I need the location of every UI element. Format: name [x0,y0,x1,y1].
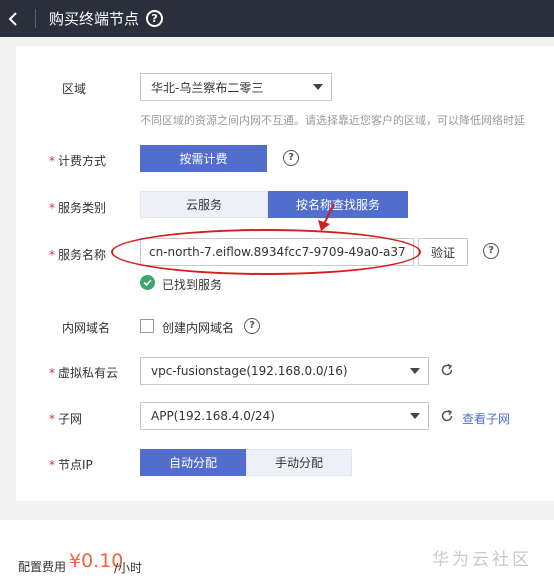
create-internal-domain-label: 创建内网域名 [162,321,235,335]
region-select-value: 华北-乌兰察布二零三 [151,80,264,95]
top-header: 购买终端节点 ? [0,0,554,37]
back-button[interactable] [0,0,26,37]
chevron-down-icon [313,84,323,90]
help-icon[interactable]: ? [283,150,299,166]
chevron-down-icon [410,368,420,374]
chevron-left-icon [8,11,17,26]
node-ip-manual-button[interactable]: 手动分配 [246,449,352,476]
verify-button[interactable]: 验证 [418,238,468,266]
region-hint: 不同区域的资源之间内网不互通。请选择靠近您客户的区域，可以降低网络时延 [140,114,525,127]
watermark: 华为云社区 [432,550,532,570]
service-type-by-name-tab[interactable]: 按名称查找服务 [268,191,408,218]
vpc-select-value: vpc-fusionstage(192.168.0.0/16) [151,364,348,378]
view-subnet-link[interactable]: 查看子网 [462,410,510,427]
internal-domain-label: 内网域名 [62,321,111,335]
chevron-down-icon [410,413,420,419]
help-icon[interactable]: ? [244,318,260,334]
create-internal-domain-checkbox[interactable] [140,319,154,333]
fee-unit: /小时 [114,561,143,575]
footer-bar: 配置费用 ¥0.10 /小时 华为云社区 [0,520,554,579]
page-title: 购买终端节点 [49,10,140,28]
service-type-cloud-tab[interactable]: 云服务 [140,191,268,218]
service-name-input[interactable]: cn-north-7.eiflow.8934fcc7-9709-49a0-a37 [140,238,414,266]
check-circle-icon [140,275,155,290]
fee-label: 配置费用 [18,560,67,574]
refresh-icon[interactable] [440,409,454,423]
service-type-label: * 服务类别 [49,201,107,215]
region-select[interactable]: 华北-乌兰察布二零三 [140,73,332,101]
billing-on-demand-button[interactable]: 按需计费 [140,145,267,172]
help-icon[interactable]: ? [146,10,164,27]
subnet-select-value: APP(192.168.4.0/24) [151,409,275,423]
service-name-label: * 服务名称 [49,248,107,262]
vpc-select[interactable]: vpc-fusionstage(192.168.0.0/16) [140,357,429,385]
form-card: 区域 华北-乌兰察布二零三 不同区域的资源之间内网不互通。请选择靠近您客户的区域… [16,46,554,501]
subnet-label: * 子网 [49,412,83,426]
refresh-icon[interactable] [440,363,454,377]
header-divider [35,9,36,28]
region-label: 区域 [62,82,87,96]
subnet-select[interactable]: APP(192.168.4.0/24) [140,402,429,430]
help-icon[interactable]: ? [483,243,499,259]
vpc-label: * 虚拟私有云 [49,366,119,380]
billing-label: * 计费方式 [49,154,107,168]
service-found-text: 已找到服务 [162,278,223,292]
node-ip-label: * 节点IP [49,458,93,472]
node-ip-auto-button[interactable]: 自动分配 [140,449,246,476]
